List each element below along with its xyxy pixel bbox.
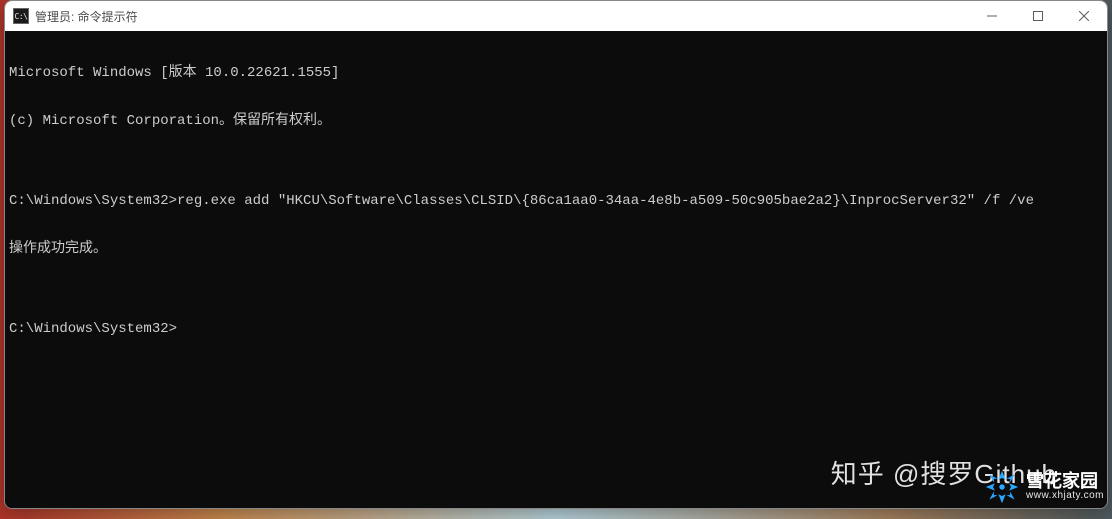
terminal-line: Microsoft Windows [版本 10.0.22621.1555] (9, 65, 1103, 81)
terminal-output[interactable]: Microsoft Windows [版本 10.0.22621.1555] (… (5, 31, 1107, 508)
window-title: 管理员: 命令提示符 (35, 8, 138, 25)
maximize-button[interactable] (1015, 1, 1061, 31)
minimize-button[interactable] (969, 1, 1015, 31)
titlebar[interactable]: C:\ 管理员: 命令提示符 (5, 1, 1107, 31)
close-button[interactable] (1061, 1, 1107, 31)
terminal-line: 操作成功完成。 (9, 241, 1103, 257)
terminal-line: (c) Microsoft Corporation。保留所有权利。 (9, 113, 1103, 129)
cmd-icon: C:\ (13, 8, 29, 24)
terminal-line: C:\Windows\System32>reg.exe add "HKCU\So… (9, 193, 1103, 209)
command-prompt-window: C:\ 管理员: 命令提示符 Microsoft Windows [版本 10.… (4, 0, 1108, 509)
cursor-icon (177, 323, 185, 337)
terminal-prompt: C:\Windows\System32> (9, 321, 1103, 337)
